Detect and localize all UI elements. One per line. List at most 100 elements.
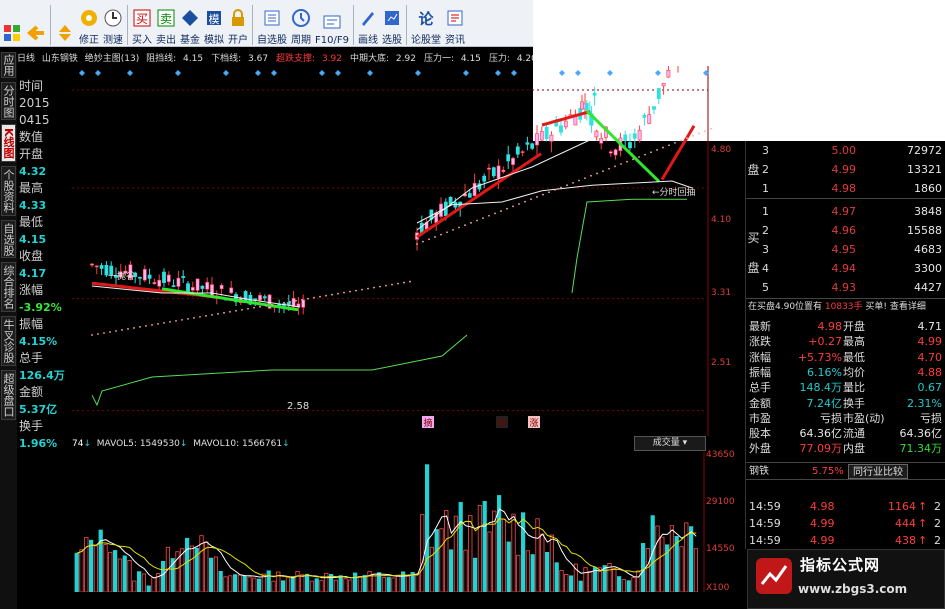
- volume-bar[interactable]: [559, 569, 564, 592]
- volume-bar[interactable]: [151, 577, 156, 592]
- volume-bar[interactable]: [684, 522, 689, 592]
- candle-body[interactable]: [666, 69, 671, 78]
- volume-bar[interactable]: [228, 575, 233, 592]
- volume-bar[interactable]: [689, 526, 694, 592]
- volume-bar[interactable]: [256, 578, 262, 592]
- candle-body[interactable]: [608, 151, 613, 154]
- volume-bar[interactable]: [679, 546, 684, 592]
- buy-level-row[interactable]: 4 4.94 3300: [746, 260, 945, 277]
- toolbar-button-F10/F9[interactable]: F10/F9: [313, 2, 351, 46]
- volume-bar[interactable]: [477, 505, 483, 592]
- volume-bar[interactable]: [304, 573, 310, 592]
- volume-bar[interactable]: [189, 545, 194, 592]
- candle-body[interactable]: [530, 143, 535, 149]
- volume-bar[interactable]: [218, 571, 223, 592]
- volume-bar[interactable]: [108, 551, 113, 592]
- volume-bar[interactable]: [161, 560, 166, 592]
- kline-chart[interactable]: 2.58 一抛谷 ←分时回抽摘 财 涨: [72, 66, 744, 436]
- volume-bar[interactable]: [583, 567, 588, 592]
- volume-bar[interactable]: [511, 513, 516, 592]
- volume-bar[interactable]: [381, 577, 387, 592]
- volume-bar[interactable]: [319, 579, 324, 592]
- volume-bar[interactable]: [415, 573, 420, 592]
- candle-body[interactable]: [592, 92, 597, 96]
- volume-bar[interactable]: [252, 577, 257, 592]
- volume-bar[interactable]: [674, 536, 679, 592]
- candle-body[interactable]: [535, 133, 539, 146]
- sell-level-row[interactable]: 2 4.99 13321: [746, 161, 945, 178]
- candle-body[interactable]: [166, 274, 171, 283]
- volume-bar[interactable]: [645, 548, 651, 592]
- sector-compare-button[interactable]: 同行业比较: [848, 464, 908, 479]
- volume-bar[interactable]: [530, 554, 535, 592]
- volume-bar[interactable]: [391, 577, 396, 592]
- candle-body[interactable]: [138, 276, 142, 279]
- buy-level-row[interactable]: 5 4.93 4427: [746, 279, 945, 296]
- candle-body[interactable]: [467, 193, 472, 198]
- volume-bar[interactable]: [617, 576, 622, 592]
- volume-bar[interactable]: [295, 571, 300, 592]
- candle-body[interactable]: [511, 157, 515, 165]
- volume-bar[interactable]: [448, 549, 454, 592]
- toolbar-button-自选股[interactable]: 自选股: [255, 2, 289, 46]
- candle-body[interactable]: [637, 129, 642, 141]
- volume-bar[interactable]: [482, 501, 487, 592]
- left-tab-0[interactable]: 应用: [1, 52, 16, 78]
- candle-body[interactable]: [99, 265, 104, 269]
- volume-bar[interactable]: [343, 578, 348, 592]
- event-marker-1[interactable]: 财: [496, 416, 508, 429]
- candle-body[interactable]: [205, 281, 210, 290]
- volume-bar[interactable]: [578, 580, 583, 592]
- candle-body[interactable]: [515, 146, 520, 155]
- candle-body[interactable]: [195, 278, 200, 291]
- candle-body[interactable]: [544, 127, 549, 140]
- volume-bar[interactable]: [247, 576, 252, 592]
- volume-bar[interactable]: [367, 571, 372, 592]
- candle-body[interactable]: [599, 137, 604, 144]
- volume-bar[interactable]: [328, 574, 334, 592]
- volume-bar[interactable]: [641, 543, 646, 592]
- toolbar-button-back-arrow[interactable]: [24, 2, 48, 46]
- volume-bar[interactable]: [420, 513, 425, 592]
- candle-body[interactable]: [496, 165, 501, 179]
- toolbar-button-模拟[interactable]: 模模拟: [202, 2, 226, 46]
- volume-bar[interactable]: [621, 579, 627, 592]
- candle-body[interactable]: [613, 149, 618, 156]
- volume-bar[interactable]: [352, 572, 358, 592]
- volume-bar[interactable]: [631, 577, 636, 592]
- volume-bar[interactable]: [88, 539, 94, 592]
- volume-bar[interactable]: [103, 544, 108, 592]
- volume-bar[interactable]: [333, 579, 339, 592]
- volume-bar[interactable]: [458, 502, 463, 592]
- volume-bar[interactable]: [348, 579, 353, 592]
- buy-level-row[interactable]: 2 4.96 15588: [746, 222, 945, 239]
- volume-bar[interactable]: [74, 552, 79, 592]
- volume-bar[interactable]: [405, 575, 411, 592]
- candle-body[interactable]: [262, 296, 267, 299]
- left-tab-1[interactable]: 分时图: [1, 82, 16, 120]
- volume-bar[interactable]: [463, 549, 468, 592]
- volume-bar[interactable]: [568, 575, 574, 592]
- candle-body[interactable]: [171, 285, 176, 287]
- volume-bar[interactable]: [300, 574, 305, 592]
- toolbar-button-卖出[interactable]: 卖卖出: [154, 2, 178, 46]
- toolbar-button-windows[interactable]: [0, 2, 24, 46]
- candle-body[interactable]: [190, 287, 195, 291]
- candle-body[interactable]: [176, 277, 181, 287]
- volume-bar[interactable]: [93, 545, 99, 592]
- volume-bar[interactable]: [549, 534, 555, 592]
- volume-bar[interactable]: [626, 580, 631, 592]
- toolbar-button-买入[interactable]: 买买入: [130, 2, 154, 46]
- volume-bar[interactable]: [516, 554, 521, 592]
- left-tab-2[interactable]: K线图: [1, 124, 16, 162]
- volume-bar[interactable]: [127, 559, 132, 592]
- toolbar-button-基金[interactable]: 基金: [178, 2, 202, 46]
- toolbar-button-修正[interactable]: 修正: [77, 2, 101, 46]
- sell-level-row[interactable]: 1 4.98 1860: [746, 180, 945, 197]
- toolbar-button-论股堂[interactable]: 论论股堂: [409, 2, 443, 46]
- period-label[interactable]: 日线: [17, 54, 35, 64]
- candle-body[interactable]: [152, 282, 157, 285]
- volume-bar[interactable]: [146, 585, 151, 592]
- candle-body[interactable]: [632, 133, 637, 139]
- volume-bar[interactable]: [357, 576, 363, 592]
